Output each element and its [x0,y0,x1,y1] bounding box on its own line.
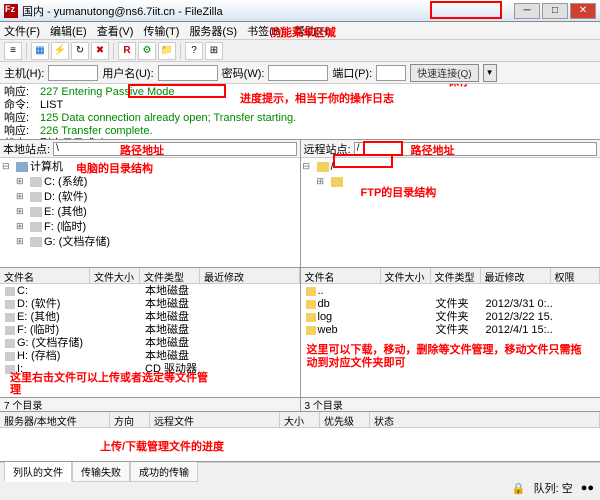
host-label: 主机(H): [4,65,44,81]
file-row[interactable]: db文件夹2012/3/31 0:... [302,298,600,311]
tab-queued[interactable]: 列队的文件 [4,461,72,482]
local-file-pane: 文件名 文件大小 文件类型 最近修改 C:本地磁盘D: (软件)本地磁盘E: (… [0,268,301,397]
lock-icon: 🔒 [512,482,526,495]
col-name[interactable]: 文件名 [301,268,381,283]
remote-file-list[interactable]: ..db文件夹2012/3/31 0:...log文件夹2012/3/22 15… [301,284,600,397]
remote-tree-pane: 远程站点: / 路径地址 FTP的目录结构 [301,140,600,267]
local-site-label: 本地站点: [3,141,50,157]
col-name[interactable]: 文件名 [0,268,90,283]
host-input[interactable] [48,65,98,81]
annotation-rtree: FTP的目录结构 [361,184,437,200]
annotation-menu: 功能菜单区域 [270,24,336,40]
toolbar-cancel-icon[interactable]: ✖ [91,42,109,60]
statusbar: 🔒 队列: 空 ●● [0,480,600,496]
pass-input[interactable] [268,65,328,81]
remote-file-header[interactable]: 文件名 文件大小 文件类型 最近修改 权限 [301,268,600,284]
pass-label: 密码(W): [222,65,265,81]
file-row[interactable]: H: (存档)本地磁盘 [1,350,299,363]
close-button[interactable]: ✕ [570,3,596,19]
file-row[interactable]: E: (其他)本地磁盘 [1,311,299,324]
port-label: 端口(P): [332,65,372,81]
titlebar: 国内 - yumanutong@ns6.7iit.cn - FileZilla … [0,0,600,22]
menu-view[interactable]: 查看(V) [97,23,134,39]
menu-edit[interactable]: 编辑(E) [50,23,87,39]
quickconnect-button[interactable]: 快速连接(Q) [410,64,478,82]
tab-success[interactable]: 成功的传输 [130,461,198,482]
menu-transfer[interactable]: 传输(T) [143,23,179,39]
toolbar-icon[interactable]: R [118,42,136,60]
file-row[interactable]: web文件夹2012/4/1 15:... [302,324,600,337]
col-type[interactable]: 文件类型 [140,268,200,283]
toolbar-icon[interactable]: ⚙ [138,42,156,60]
queue-tabs: 列队的文件 传输失败 成功的传输 [0,462,600,480]
maximize-button[interactable]: □ [542,3,568,19]
menubar: 文件(F) 编辑(E) 查看(V) 传输(T) 服务器(S) 书签(B) 帮助(… [0,22,600,40]
remote-tree[interactable]: / [301,158,600,267]
qcol-stat[interactable]: 状态 [370,412,600,427]
col-size[interactable]: 文件大小 [90,268,140,283]
remote-status: 3 个目录 [301,398,600,412]
annotation-path: 路径地址 [120,142,164,158]
local-path-input[interactable] [53,142,296,156]
qcol-prio[interactable]: 优先级 [320,412,370,427]
menu-server[interactable]: 服务器(S) [189,23,237,39]
minimize-button[interactable]: ─ [514,3,540,19]
toolbar-icon[interactable]: ↻ [71,42,89,60]
toolbar-icon[interactable]: ▦ [31,42,49,60]
toolbar-icon[interactable]: ⚡ [51,42,69,60]
file-row[interactable]: log文件夹2012/3/22 15... [302,311,600,324]
tree-item[interactable]: / [303,160,599,175]
tree-item[interactable]: E: (其他) [16,205,298,220]
queue-status: 队列: 空 [534,480,573,496]
local-file-header[interactable]: 文件名 文件大小 文件类型 最近修改 [0,268,300,284]
user-label: 用户名(U): [102,65,153,81]
col-size[interactable]: 文件大小 [381,268,431,283]
annotation-remoteop: 这里可以下载，移动，删除等文件管理，移动文件只需拖动到对应文件夹即可 [307,344,587,370]
file-row[interactable]: C:本地磁盘 [1,285,299,298]
col-mod[interactable]: 最近修改 [200,268,300,283]
toolbar-icon[interactable]: ? [185,42,203,60]
toolbar-icon[interactable]: ⊞ [205,42,223,60]
tree-item[interactable] [317,175,599,190]
annotation-queue: 上传/下载管理文件的进度 [100,438,224,454]
tab-failed[interactable]: 传输失败 [72,461,130,482]
user-input[interactable] [158,65,218,81]
tree-item[interactable]: D: (软件) [16,190,298,205]
annotation-login: 这里也可以登录不过账户不能保存 [448,84,598,88]
local-tree-pane: 本地站点: 计算机C: (系统)D: (软件)E: (其他)F: (临时)G: … [0,140,301,267]
annotation-log: 进度提示，相当于你的操作日志 [240,90,394,106]
quickconnect-bar: 主机(H): 用户名(U): 密码(W): 端口(P): 快速连接(Q) ▼ [0,62,600,84]
toolbar-sitemanager-icon[interactable]: ≡ [4,42,22,60]
annotation-localtree: 电脑的目录结构 [76,160,153,176]
file-row[interactable]: .. [302,285,600,298]
port-input[interactable] [376,65,406,81]
qcol-srv[interactable]: 服务器/本地文件 [0,412,110,427]
qcol-size[interactable]: 大小 [280,412,320,427]
remote-file-pane: 文件名 文件大小 文件类型 最近修改 权限 ..db文件夹2012/3/31 0… [301,268,600,397]
tree-item[interactable]: C: (系统) [16,175,298,190]
file-row[interactable]: D: (软件)本地磁盘 [1,298,299,311]
menu-file[interactable]: 文件(F) [4,23,40,39]
qcol-remote[interactable]: 远程文件 [150,412,280,427]
tree-item[interactable]: G: (文档存储) [16,235,298,250]
message-log[interactable]: 响应:227 Entering Passive Mode命令:LIST响应:12… [0,84,600,140]
annotation-rpath: 路径地址 [411,142,455,158]
toolbar: ≡ ▦ ⚡ ↻ ✖ R ⚙ 📁 ? ⊞ [0,40,600,62]
file-row[interactable]: F: (临时)本地磁盘 [1,324,299,337]
col-perm[interactable]: 权限 [551,268,600,283]
col-type[interactable]: 文件类型 [431,268,481,283]
app-icon [4,4,18,18]
col-mod[interactable]: 最近修改 [481,268,551,283]
tree-item[interactable]: F: (临时) [16,220,298,235]
quickconnect-dropdown[interactable]: ▼ [483,64,497,82]
qcol-dir[interactable]: 方向 [110,412,150,427]
local-status: 7 个目录 [0,398,301,412]
toolbar-icon[interactable]: 📁 [158,42,176,60]
file-row[interactable]: G: (文档存储)本地磁盘 [1,337,299,350]
transfer-queue[interactable]: 服务器/本地文件 方向 远程文件 大小 优先级 状态 上传/下载管理文件的进度 [0,412,600,462]
annotation-localop: 这里右击文件可以上传或者选定等文件管理 [10,372,210,396]
